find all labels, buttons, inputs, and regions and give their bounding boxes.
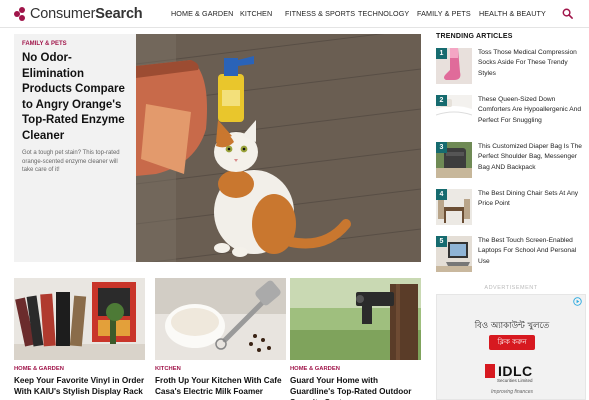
nav-item-health-beauty[interactable]: HEALTH & BEAUTY: [479, 9, 546, 18]
trending-item[interactable]: 3 This Customized Diaper Bag Is The Perf…: [436, 142, 586, 182]
logo-text-bold: Search: [95, 6, 143, 22]
article-card[interactable]: KITCHEN Froth Up Your Kitchen With Cafe …: [155, 278, 286, 397]
trending-heading: TRENDING ARTICLES: [436, 33, 513, 40]
ad-cta-button[interactable]: ক্লিক করুন: [489, 335, 535, 350]
trending-number-badge: 1: [436, 48, 447, 59]
logo-text: ConsumerSearch: [30, 6, 143, 22]
article-card-title[interactable]: Froth Up Your Kitchen With Cafe Casa's E…: [155, 375, 286, 397]
trending-thumbnail[interactable]: 5: [436, 236, 472, 272]
trending-item-title[interactable]: Toss Those Medical Compression Socks Asi…: [478, 48, 584, 79]
article-card-image[interactable]: [290, 278, 421, 360]
hero-feature[interactable]: FAMILY & PETS No Odor-Elimination Produc…: [14, 34, 421, 262]
hero-description: Got a tough pet stain? This top-rated or…: [22, 150, 120, 174]
trending-item[interactable]: 5 The Best Touch Screen-Enabled Laptops …: [436, 236, 586, 276]
ad-brand-logo: IDLC: [485, 363, 533, 379]
hero-image[interactable]: [136, 34, 421, 262]
logo-text-light: Consumer: [30, 6, 96, 22]
article-card-image[interactable]: [155, 278, 286, 360]
nav-item-kitchen[interactable]: KITCHEN: [240, 9, 272, 18]
search-icon[interactable]: [562, 8, 573, 19]
ad-brand-mark-icon: [485, 364, 495, 378]
trending-thumbnail[interactable]: 1: [436, 48, 472, 84]
trending-item-title[interactable]: This Customized Diaper Bag Is The Perfec…: [478, 142, 584, 173]
trending-number-badge: 3: [436, 142, 447, 153]
hero-text-panel: FAMILY & PETS No Odor-Elimination Produc…: [14, 34, 136, 262]
article-card-image[interactable]: [14, 278, 145, 360]
article-card-category[interactable]: KITCHEN: [155, 366, 286, 372]
article-card-category[interactable]: HOME & GARDEN: [290, 366, 421, 372]
nav-item-technology[interactable]: TECHNOLOGY: [358, 9, 409, 18]
trending-thumbnail[interactable]: 4: [436, 189, 472, 225]
site-logo[interactable]: ConsumerSearch: [14, 6, 143, 22]
advertisement-banner[interactable]: বিও অ্যাকাউন্ট খুলতে ক্লিক করুন IDLC Sec…: [436, 294, 586, 400]
nav-item-family-pets[interactable]: FAMILY & PETS: [417, 9, 471, 18]
ad-brand-name: IDLC: [498, 363, 533, 379]
article-card-title[interactable]: Keep Your Favorite Vinyl in Order With K…: [14, 375, 145, 397]
trending-item-title[interactable]: These Queen-Sized Down Comforters Are Hy…: [478, 95, 584, 126]
ad-headline: বিও অ্যাকাউন্ট খুলতে: [474, 321, 550, 331]
nav-item-fitness-sports[interactable]: FITNESS & SPORTS: [285, 9, 355, 18]
advertisement-label: ADVERTISEMENT: [484, 285, 538, 291]
ad-tagline: Improving finances: [491, 389, 533, 395]
adchoices-icon[interactable]: [573, 297, 582, 306]
trending-articles: TRENDING ARTICLES: [436, 33, 586, 40]
article-card[interactable]: HOME & GARDEN Keep Your Favorite Vinyl i…: [14, 278, 145, 397]
trending-number-badge: 4: [436, 189, 447, 200]
site-header: ConsumerSearch HOME & GARDEN KITCHEN FIT…: [0, 0, 589, 28]
trending-number-badge: 5: [436, 236, 447, 247]
trending-item[interactable]: 4 The Best Dining Chair Sets At Any Pric…: [436, 189, 586, 229]
trending-item[interactable]: 1 Toss Those Medical Compression Socks A…: [436, 48, 586, 88]
trending-number-badge: 2: [436, 95, 447, 106]
trending-thumbnail[interactable]: 2: [436, 95, 472, 131]
article-card-category[interactable]: HOME & GARDEN: [14, 366, 145, 372]
hero-title[interactable]: No Odor-Elimination Products Compare to …: [22, 51, 128, 144]
logo-mark-icon: [14, 7, 28, 21]
trending-item[interactable]: 2 These Queen-Sized Down Comforters Are …: [436, 95, 586, 135]
nav-item-home-garden[interactable]: HOME & GARDEN: [171, 9, 233, 18]
trending-item-title[interactable]: The Best Touch Screen-Enabled Laptops Fo…: [478, 236, 584, 267]
hero-category[interactable]: FAMILY & PETS: [22, 41, 128, 47]
ad-brand-subtitle: Securities Limited: [497, 378, 533, 383]
article-card[interactable]: HOME & GARDEN Guard Your Home with Guard…: [290, 278, 421, 400]
article-card-title[interactable]: Guard Your Home with Guardline's Top-Rat…: [290, 375, 421, 400]
trending-thumbnail[interactable]: 3: [436, 142, 472, 178]
trending-item-title[interactable]: The Best Dining Chair Sets At Any Price …: [478, 189, 584, 210]
